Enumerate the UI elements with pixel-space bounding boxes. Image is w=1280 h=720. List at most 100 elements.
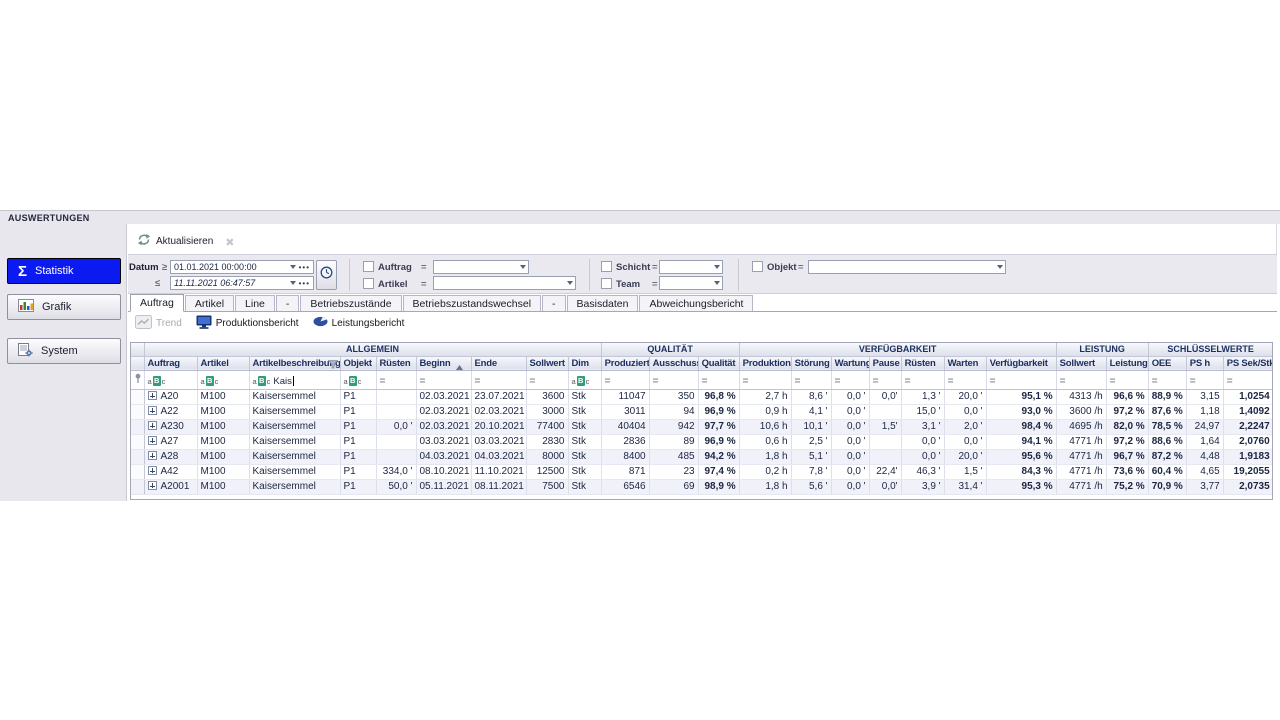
refresh-button[interactable]: Aktualisieren	[137, 233, 213, 249]
column-header-4[interactable]: Rüsten	[376, 356, 416, 370]
cell-0-5[interactable]: 02.03.2021 1...	[416, 389, 471, 404]
cell-6-23[interactable]: 2,0735	[1223, 479, 1273, 494]
cell-5-4[interactable]: 334,0 '	[376, 464, 416, 479]
cell-1-20[interactable]: 97,2 %	[1106, 404, 1148, 419]
combo-objekt[interactable]	[808, 260, 1006, 274]
column-header-8[interactable]: Dim	[568, 356, 601, 370]
date-to-input[interactable]: 11.11.2021 06:47:57 •••	[170, 276, 314, 290]
cell-0-2[interactable]: Kaisersemmel	[249, 389, 340, 404]
filter-cell-9[interactable]: =	[601, 370, 649, 389]
cell-3-17[interactable]: 0,0 '	[944, 434, 986, 449]
column-header-16[interactable]: Rüsten	[901, 356, 944, 370]
cell-1-13[interactable]: 4,1 '	[791, 404, 831, 419]
cell-5-7[interactable]: 12500	[526, 464, 568, 479]
cell-2-7[interactable]: 77400	[526, 419, 568, 434]
cell-4-6[interactable]: 04.03.2021 1...	[471, 449, 526, 464]
cell-1-12[interactable]: 0,9 h	[739, 404, 791, 419]
cell-6-7[interactable]: 7500	[526, 479, 568, 494]
cell-2-0[interactable]: A230	[144, 419, 197, 434]
filter-cell-18[interactable]: =	[986, 370, 1056, 389]
cell-4-7[interactable]: 8000	[526, 449, 568, 464]
cell-0-23[interactable]: 1,0254	[1223, 389, 1273, 404]
cell-5-21[interactable]: 60,4 %	[1148, 464, 1186, 479]
filter-cell-0[interactable]: aBc	[144, 370, 197, 389]
tab-artikel[interactable]: Artikel	[185, 295, 234, 311]
expand-icon[interactable]	[148, 421, 157, 430]
filter-cell-3[interactable]: aBc	[340, 370, 376, 389]
filter-cell-23[interactable]: =	[1223, 370, 1273, 389]
tab-auftrag[interactable]: Auftrag	[130, 294, 184, 312]
cell-1-2[interactable]: Kaisersemmel	[249, 404, 340, 419]
cell-4-14[interactable]: 0,0 '	[831, 449, 869, 464]
cell-5-9[interactable]: 871	[601, 464, 649, 479]
cell-0-16[interactable]: 1,3 '	[901, 389, 944, 404]
combo-artikel[interactable]	[433, 276, 576, 290]
expand-icon[interactable]	[148, 466, 157, 475]
dropdown-arrow-icon[interactable]	[290, 281, 296, 285]
cell-3-0[interactable]: A27	[144, 434, 197, 449]
filter-cell-8[interactable]: aBc	[568, 370, 601, 389]
cell-4-22[interactable]: 4,48	[1186, 449, 1223, 464]
column-header-6[interactable]: Ende	[471, 356, 526, 370]
checkbox-schicht[interactable]	[601, 261, 612, 272]
column-header-10[interactable]: Ausschuss	[649, 356, 698, 370]
cell-6-12[interactable]: 1,8 h	[739, 479, 791, 494]
filter-cell-12[interactable]: =	[739, 370, 791, 389]
cell-6-10[interactable]: 69	[649, 479, 698, 494]
filter-cell-15[interactable]: =	[869, 370, 901, 389]
column-header-23[interactable]: PS Sek/Stk	[1223, 356, 1273, 370]
cell-4-0[interactable]: A28	[144, 449, 197, 464]
cell-3-19[interactable]: 4771 /h	[1056, 434, 1106, 449]
filter-cell-7[interactable]: =	[526, 370, 568, 389]
tab-dash-3[interactable]: -	[276, 295, 300, 311]
column-header-15[interactable]: Pause	[869, 356, 901, 370]
date-from-input[interactable]: 01.01.2021 00:00:00 •••	[170, 260, 314, 274]
cell-0-1[interactable]: M100	[197, 389, 249, 404]
cell-3-4[interactable]	[376, 434, 416, 449]
cell-6-19[interactable]: 4771 /h	[1056, 479, 1106, 494]
cell-1-15[interactable]	[869, 404, 901, 419]
cell-3-18[interactable]: 94,1 %	[986, 434, 1056, 449]
cell-2-2[interactable]: Kaisersemmel	[249, 419, 340, 434]
cell-1-17[interactable]: 0,0 '	[944, 404, 986, 419]
cell-1-10[interactable]: 94	[649, 404, 698, 419]
cell-0-6[interactable]: 23.07.2021 1...	[471, 389, 526, 404]
dropdown-arrow-icon[interactable]	[520, 265, 526, 269]
cell-5-3[interactable]: P1	[340, 464, 376, 479]
column-header-9[interactable]: Produziert	[601, 356, 649, 370]
cell-2-5[interactable]: 02.03.2021 1...	[416, 419, 471, 434]
cell-3-12[interactable]: 0,6 h	[739, 434, 791, 449]
cell-5-14[interactable]: 0,0 '	[831, 464, 869, 479]
cell-1-22[interactable]: 1,18	[1186, 404, 1223, 419]
filter-cell-6[interactable]: =	[471, 370, 526, 389]
cell-6-6[interactable]: 08.11.2021 1...	[471, 479, 526, 494]
cell-1-6[interactable]: 02.03.2021 1...	[471, 404, 526, 419]
cell-3-21[interactable]: 88,6 %	[1148, 434, 1186, 449]
cell-5-2[interactable]: Kaisersemmel	[249, 464, 340, 479]
cell-3-8[interactable]: Stk	[568, 434, 601, 449]
expand-icon[interactable]	[148, 406, 157, 415]
cell-0-19[interactable]: 4313 /h	[1056, 389, 1106, 404]
cell-6-5[interactable]: 05.11.2021 0...	[416, 479, 471, 494]
column-header-22[interactable]: PS h	[1186, 356, 1223, 370]
cell-2-17[interactable]: 2,0 '	[944, 419, 986, 434]
cell-3-5[interactable]: 03.03.2021 1...	[416, 434, 471, 449]
cell-4-12[interactable]: 1,8 h	[739, 449, 791, 464]
cell-4-21[interactable]: 87,2 %	[1148, 449, 1186, 464]
dropdown-arrow-icon[interactable]	[290, 265, 296, 269]
column-header-20[interactable]: Leistung	[1106, 356, 1148, 370]
cell-5-8[interactable]: Stk	[568, 464, 601, 479]
cell-4-15[interactable]	[869, 449, 901, 464]
cell-0-15[interactable]: 0,0'	[869, 389, 901, 404]
filter-cell-1[interactable]: aBc	[197, 370, 249, 389]
column-header-19[interactable]: Sollwert	[1056, 356, 1106, 370]
cell-1-8[interactable]: Stk	[568, 404, 601, 419]
cell-0-17[interactable]: 20,0 '	[944, 389, 986, 404]
cell-6-8[interactable]: Stk	[568, 479, 601, 494]
cell-0-8[interactable]: Stk	[568, 389, 601, 404]
report-button-trend[interactable]: Trend	[135, 315, 182, 332]
cell-3-2[interactable]: Kaisersemmel	[249, 434, 340, 449]
dropdown-arrow-icon[interactable]	[714, 265, 720, 269]
cell-5-22[interactable]: 4,65	[1186, 464, 1223, 479]
cell-2-23[interactable]: 2,2247	[1223, 419, 1273, 434]
